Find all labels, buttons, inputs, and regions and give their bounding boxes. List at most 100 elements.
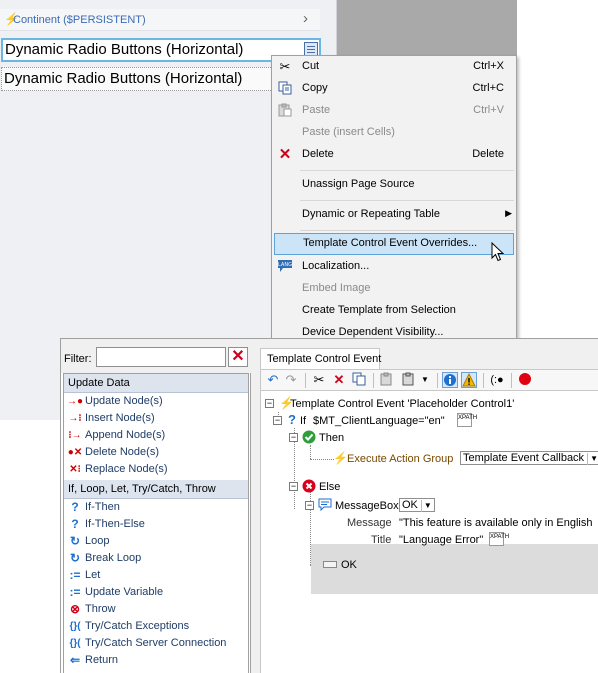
messagebox-type-select[interactable]: OK ▼: [399, 498, 435, 512]
chevron-down-icon[interactable]: ▼: [417, 372, 433, 388]
delete-icon[interactable]: ✕: [331, 372, 347, 388]
action-insert-nodes[interactable]: →⁝ Insert Node(s): [64, 410, 248, 427]
error-icon: [302, 479, 316, 496]
lightning-icon: ⚡: [333, 451, 348, 465]
action-if-then[interactable]: ? If-Then: [64, 499, 248, 516]
breakpoint-icon[interactable]: [517, 372, 533, 388]
info-icon[interactable]: [442, 372, 458, 388]
event-editor-panel: Filter: ✕ Update Data →● Update Node(s) …: [60, 338, 598, 673]
menu-item-create-template-from-selection[interactable]: Create Template from Selection: [272, 300, 516, 322]
collapse-toggle[interactable]: −: [265, 399, 274, 408]
action-delete-nodes[interactable]: ●✕ Delete Node(s): [64, 444, 248, 461]
action-label: Let: [85, 569, 101, 581]
submenu-arrow-icon: ▶: [505, 208, 512, 218]
action-break-loop[interactable]: ↻ Break Loop: [64, 550, 248, 567]
dynamic-row-label: Dynamic Radio Buttons (Horizontal): [4, 70, 243, 87]
actions-list: Update Data →● Update Node(s) →⁝ Insert …: [63, 373, 249, 673]
menu-item-copy[interactable]: Copy Ctrl+C: [272, 78, 516, 100]
copy-icon: [277, 81, 293, 97]
menu-item-paste-insert-cells[interactable]: Paste (insert Cells): [272, 122, 516, 144]
action-let[interactable]: := Let: [64, 567, 248, 584]
action-try-catch-exceptions[interactable]: {}( Try/Catch Exceptions: [64, 618, 248, 635]
actions-panel: Filter: ✕ Update Data →● Update Node(s) …: [61, 339, 251, 673]
menu-item-localization[interactable]: LANG Localization...: [272, 256, 516, 278]
menu-item-label: Paste: [302, 104, 331, 116]
continent-row[interactable]: ⚡ Continent ($PERSISTENT) ›: [0, 9, 320, 31]
menu-item-label: Embed Image: [302, 282, 371, 294]
action-try-catch-server-connection[interactable]: {}( Try/Catch Server Connection: [64, 635, 248, 652]
action-update-variable[interactable]: := Update Variable: [64, 584, 248, 601]
menu-item-label: Template Control Event Overrides...: [303, 237, 478, 249]
menu-item-label: Delete: [302, 148, 334, 160]
action-label: Try/Catch Exceptions: [85, 620, 190, 632]
action-if-then-else[interactable]: ? If-Then-Else: [64, 516, 248, 533]
menu-item-embed-image[interactable]: Embed Image: [272, 278, 516, 300]
action-update-nodes[interactable]: →● Update Node(s): [64, 393, 248, 410]
group-header-control-flow[interactable]: If, Loop, Let, Try/Catch, Throw: [64, 480, 248, 499]
filter-input[interactable]: [96, 347, 226, 367]
chevron-right-icon[interactable]: ›: [303, 10, 308, 27]
menu-item-label: Paste (insert Cells): [302, 126, 395, 138]
menu-item-shortcut: Ctrl+X: [473, 60, 504, 72]
menu-item-template-control-event-overrides[interactable]: Template Control Event Overrides...: [274, 233, 514, 255]
if-condition[interactable]: $MT_ClientLanguage="en": [313, 415, 445, 427]
insert-node-icon: →⁝: [68, 413, 82, 424]
collapse-toggle[interactable]: −: [305, 501, 314, 510]
action-loop[interactable]: ↻ Loop: [64, 533, 248, 550]
collapse-toggle[interactable]: −: [273, 416, 282, 425]
title-param-value[interactable]: "Language Error": [399, 534, 483, 546]
menu-item-delete[interactable]: ✕ Delete Delete: [272, 144, 516, 166]
xpath-button[interactable]: XPATH: [489, 532, 509, 546]
warning-icon[interactable]: [461, 372, 477, 388]
menu-item-label: Dynamic or Repeating Table: [302, 208, 440, 220]
action-label: If-Then: [85, 501, 120, 513]
action-label: Try/Catch Server Connection: [85, 637, 227, 649]
question-icon: ?: [288, 412, 296, 427]
undo-icon[interactable]: ↶: [265, 372, 281, 388]
menu-separator: [300, 170, 514, 171]
collapse-toggle[interactable]: −: [289, 433, 298, 442]
paste-special-icon[interactable]: [401, 372, 417, 388]
menu-item-unassign-page-source[interactable]: Unassign Page Source: [272, 174, 516, 196]
update-variable-icon: :=: [69, 585, 81, 599]
menu-item-paste[interactable]: Paste Ctrl+V: [272, 100, 516, 122]
message-param-value[interactable]: "This feature is available only in Engli…: [399, 517, 592, 529]
action-label: Update Node(s): [85, 395, 163, 407]
action-replace-nodes[interactable]: ✕⁝ Replace Node(s): [64, 461, 248, 478]
action-throw[interactable]: ⊗ Throw: [64, 601, 248, 618]
action-group-select[interactable]: Template Event Callback ▼: [460, 451, 598, 465]
action-label: Break Loop: [85, 552, 142, 564]
chevron-down-icon: ▼: [420, 500, 432, 512]
redo-icon[interactable]: ↷: [283, 372, 299, 388]
table-icon[interactable]: [304, 42, 318, 56]
messagebox-type-value: OK: [402, 499, 418, 511]
menu-item-label: Copy: [302, 82, 328, 94]
title-param-label: Title: [371, 534, 392, 546]
xpath-button[interactable]: XPATH: [457, 413, 477, 427]
action-append-nodes[interactable]: ⁝→ Append Node(s): [64, 427, 248, 444]
delete-icon: ✕: [278, 146, 292, 163]
toolbar-separator: [483, 373, 484, 388]
menu-separator: [300, 200, 514, 201]
let-icon: :=: [69, 568, 81, 582]
filter-bar: Filter: ✕: [61, 339, 251, 373]
event-toolbar: ↶ ↷ ✂ ✕ ▼ (:●: [260, 369, 598, 391]
paste-icon[interactable]: [379, 372, 395, 388]
break-loop-icon: ↻: [69, 551, 81, 565]
collapse-toggle[interactable]: −: [289, 482, 298, 491]
clear-filter-button[interactable]: ✕: [228, 347, 248, 367]
menu-item-dynamic-or-repeating-table[interactable]: Dynamic or Repeating Table ▶: [272, 204, 516, 226]
copy-icon[interactable]: [351, 372, 367, 388]
throw-icon: ⊗: [69, 602, 81, 616]
message-icon: [318, 498, 332, 514]
group-header-update-data[interactable]: Update Data: [64, 374, 248, 393]
action-label: Return: [85, 654, 119, 666]
debug-icon[interactable]: (:●: [489, 372, 505, 388]
menu-item-cut[interactable]: ✂ Cut Ctrl+X: [272, 56, 516, 78]
loop-icon: ↻: [69, 534, 81, 548]
action-return[interactable]: ⇐ Return: [64, 652, 248, 669]
tab-template-control-event[interactable]: Template Control Event: [260, 348, 381, 369]
paste-icon: [277, 103, 293, 119]
cut-icon[interactable]: ✂: [311, 372, 327, 388]
workspace-background: [337, 0, 517, 55]
